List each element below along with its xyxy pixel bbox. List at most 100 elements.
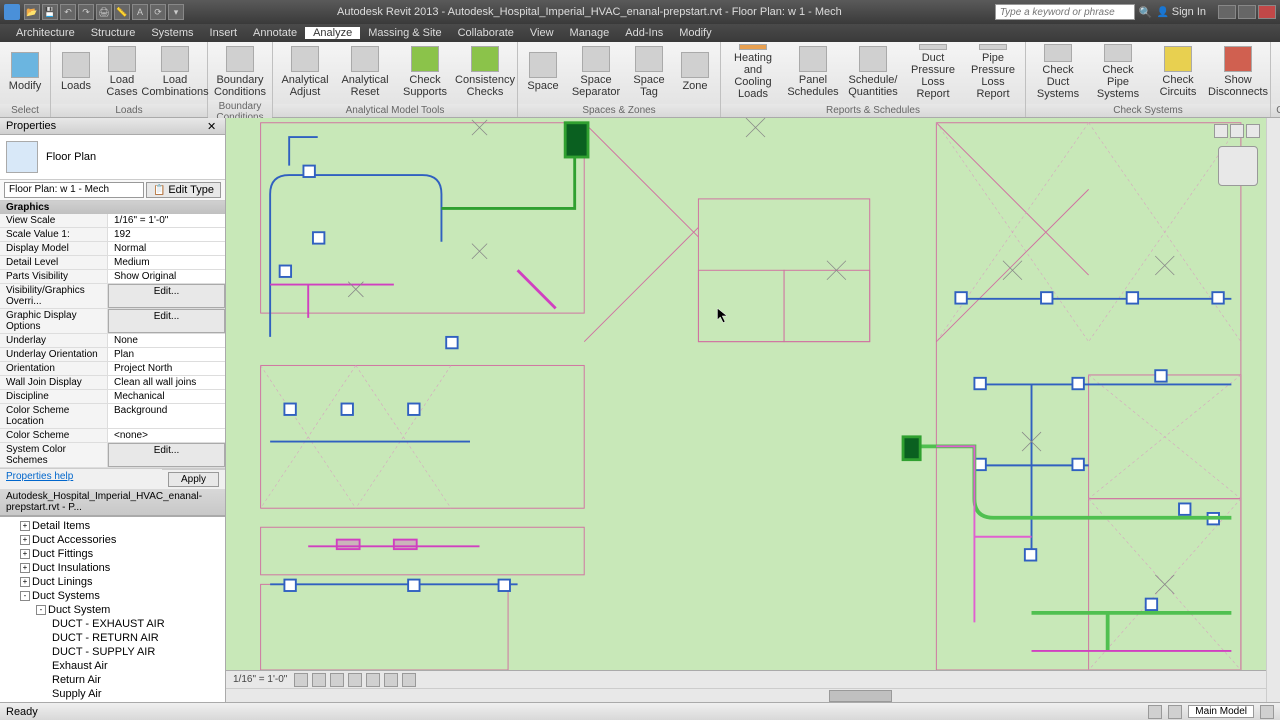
vb-reveal-icon[interactable]: [402, 673, 416, 687]
minimize-button[interactable]: [1218, 5, 1236, 19]
qat-undo-icon[interactable]: ↶: [60, 4, 76, 20]
tree-item-returnair[interactable]: Return Air: [2, 673, 223, 687]
prop-value[interactable]: Plan: [108, 348, 225, 361]
qat-more-icon[interactable]: ▾: [168, 4, 184, 20]
tree-item-supplyair[interactable]: Supply Air: [2, 687, 223, 701]
ribbon-btn-analyticalreset[interactable]: Analytical Reset: [337, 44, 393, 100]
status-filter-icon[interactable]: [1260, 705, 1274, 719]
qat-redo-icon[interactable]: ↷: [78, 4, 94, 20]
tree-item-ductsystems[interactable]: -Duct Systems: [2, 589, 223, 603]
ribbon-btn-consistencychecks[interactable]: Consistency Checks: [457, 44, 513, 100]
prop-value[interactable]: Background: [108, 404, 225, 428]
prop-value[interactable]: Medium: [108, 256, 225, 269]
vb-detail-icon[interactable]: [294, 673, 308, 687]
ribbon-btn-checkcircuits[interactable]: Check Circuits: [1150, 44, 1206, 100]
vb-crop-icon[interactable]: [366, 673, 380, 687]
ribbon-btn-loadcombinations[interactable]: Load Combinations: [147, 44, 203, 100]
vc-close-icon[interactable]: [1246, 124, 1260, 138]
tree-toggle-icon[interactable]: -: [36, 605, 46, 615]
vc-home-icon[interactable]: [1214, 124, 1228, 138]
tree-item-detailitems[interactable]: +Detail Items: [2, 519, 223, 533]
prop-value[interactable]: Edit...: [108, 309, 225, 333]
h-scrollbar[interactable]: [226, 688, 1266, 702]
instance-combo[interactable]: Floor Plan: w 1 - Mech: [4, 182, 144, 198]
tree-toggle-icon[interactable]: -: [20, 591, 30, 601]
tree-toggle-icon[interactable]: +: [20, 563, 30, 573]
menu-structure[interactable]: Structure: [83, 27, 144, 39]
menu-addins[interactable]: Add-Ins: [617, 27, 671, 39]
tree-item-ductinsulations[interactable]: +Duct Insulations: [2, 561, 223, 575]
ribbon-btn-icon[interactable]: [1275, 44, 1280, 100]
qat-text-icon[interactable]: A: [132, 4, 148, 20]
drawing-canvas[interactable]: [226, 118, 1266, 670]
prop-value[interactable]: Clean all wall joins: [108, 376, 225, 389]
qat-sync-icon[interactable]: ⟳: [150, 4, 166, 20]
menu-massingsite[interactable]: Massing & Site: [360, 27, 449, 39]
qat-save-icon[interactable]: 💾: [42, 4, 58, 20]
tree-toggle-icon[interactable]: +: [20, 577, 30, 587]
ribbon-btn-schedulequantities[interactable]: Schedule/ Quantities: [845, 44, 901, 100]
menu-annotate[interactable]: Annotate: [245, 27, 305, 39]
prop-value[interactable]: Edit...: [108, 443, 225, 467]
close-button[interactable]: [1258, 5, 1276, 19]
maximize-button[interactable]: [1238, 5, 1256, 19]
menu-insert[interactable]: Insert: [202, 27, 246, 39]
tree-item-ductreturnair[interactable]: DUCT - RETURN AIR: [2, 631, 223, 645]
prop-value[interactable]: Show Original: [108, 270, 225, 283]
vb-hide-icon[interactable]: [384, 673, 398, 687]
search-icon[interactable]: 🔍: [1139, 6, 1153, 19]
tree-item-ductlinings[interactable]: +Duct Linings: [2, 575, 223, 589]
menu-architecture[interactable]: Architecture: [8, 27, 83, 39]
vb-sun-icon[interactable]: [330, 673, 344, 687]
ribbon-btn-heatingandcoolingloads[interactable]: Heating and Cooling Loads: [725, 44, 781, 100]
menu-manage[interactable]: Manage: [562, 27, 618, 39]
qat-print-icon[interactable]: 🖨: [96, 4, 112, 20]
ribbon-btn-checkpipesystems[interactable]: Check Pipe Systems: [1090, 44, 1146, 100]
type-selector[interactable]: Floor Plan: [0, 135, 225, 180]
prop-value[interactable]: Project North: [108, 362, 225, 375]
ribbon-btn-space[interactable]: Space: [522, 44, 564, 100]
tree-item-ductfittings[interactable]: +Duct Fittings: [2, 547, 223, 561]
status-worksets-icon[interactable]: [1148, 705, 1162, 719]
prop-value[interactable]: Normal: [108, 242, 225, 255]
ribbon-btn-loads[interactable]: Loads: [55, 44, 97, 100]
v-scrollbar[interactable]: [1266, 118, 1280, 702]
ribbon-btn-loadcases[interactable]: Load Cases: [101, 44, 143, 100]
vb-shadow-icon[interactable]: [348, 673, 362, 687]
ribbon-btn-boundaryconditions[interactable]: Boundary Conditions: [212, 44, 268, 100]
menu-systems[interactable]: Systems: [143, 27, 201, 39]
app-icon[interactable]: [4, 4, 20, 20]
menu-collaborate[interactable]: Collaborate: [450, 27, 522, 39]
ribbon-btn-zone[interactable]: Zone: [674, 44, 716, 100]
tree-item-ductaccessories[interactable]: +Duct Accessories: [2, 533, 223, 547]
tree-item-ductsystem[interactable]: -Duct System: [2, 603, 223, 617]
tree-toggle-icon[interactable]: +: [20, 521, 30, 531]
tree-toggle-icon[interactable]: +: [20, 535, 30, 545]
prop-value[interactable]: Mechanical: [108, 390, 225, 403]
qat-open-icon[interactable]: 📂: [24, 4, 40, 20]
vb-style-icon[interactable]: [312, 673, 326, 687]
help-search-input[interactable]: [995, 4, 1135, 20]
ribbon-btn-showdisconnects[interactable]: Show Disconnects: [1210, 44, 1266, 100]
menu-view[interactable]: View: [522, 27, 562, 39]
qat-measure-icon[interactable]: 📏: [114, 4, 130, 20]
signin-link[interactable]: 👤 Sign In: [1157, 6, 1206, 18]
apply-button[interactable]: Apply: [168, 472, 219, 487]
tree-item-exhaustair[interactable]: Exhaust Air: [2, 659, 223, 673]
vc-max-icon[interactable]: [1230, 124, 1244, 138]
prop-value[interactable]: 1/16" = 1'-0": [108, 214, 225, 227]
prop-value[interactable]: 192: [108, 228, 225, 241]
view-scale[interactable]: 1/16" = 1'-0": [230, 674, 290, 685]
ribbon-btn-modify[interactable]: Modify: [4, 44, 46, 100]
ribbon-btn-checkductsystems[interactable]: Check Duct Systems: [1030, 44, 1086, 100]
ribbon-btn-panelschedules[interactable]: Panel Schedules: [785, 44, 841, 100]
ribbon-btn-pipepressurelossreport[interactable]: Pipe Pressure Loss Report: [965, 44, 1021, 100]
tree-toggle-icon[interactable]: +: [20, 549, 30, 559]
ribbon-btn-spaceseparator[interactable]: Space Separator: [568, 44, 624, 100]
properties-help-link[interactable]: Properties help: [0, 469, 79, 489]
prop-value[interactable]: Edit...: [108, 284, 225, 308]
ribbon-btn-analyticaladjust[interactable]: Analytical Adjust: [277, 44, 333, 100]
ribbon-btn-checksupports[interactable]: Check Supports: [397, 44, 453, 100]
tree-item-ductexhaustair[interactable]: DUCT - EXHAUST AIR: [2, 617, 223, 631]
properties-close-icon[interactable]: ✕: [207, 120, 219, 132]
